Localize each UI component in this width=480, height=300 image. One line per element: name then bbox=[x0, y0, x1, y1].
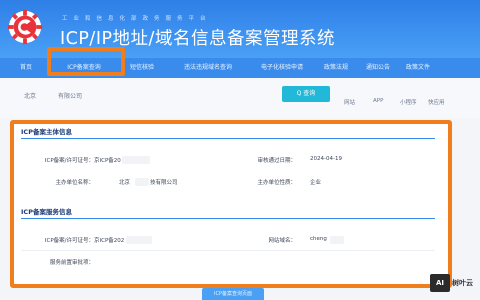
search-company: 有限公司 bbox=[58, 93, 83, 100]
watermark-badge: AI bbox=[430, 274, 450, 292]
nav-item-illegal-domain[interactable]: 违法违规域名查询 bbox=[172, 58, 244, 78]
nav-highlight-box bbox=[47, 47, 125, 76]
watermark-text: 树叶云 bbox=[452, 279, 473, 287]
nav-item-e-verify[interactable]: 电子化核验申请 bbox=[254, 58, 310, 78]
filter-mini-program[interactable]: 小程序 bbox=[400, 98, 417, 106]
miit-logo-icon bbox=[7, 9, 43, 45]
nav-item-policy[interactable]: 政策法规 bbox=[320, 58, 352, 78]
platform-subtitle: 工业和信息化部政务服务平台 bbox=[62, 16, 212, 22]
search-region: 北京 bbox=[24, 93, 37, 100]
nav-item-notice[interactable]: 通知公告 bbox=[362, 58, 394, 78]
bottom-query-button[interactable]: ICP备案查询页面 bbox=[202, 288, 264, 300]
filter-app[interactable]: APP bbox=[373, 98, 383, 104]
filter-website[interactable]: 网站 bbox=[344, 98, 355, 106]
query-button[interactable]: Q 查询 bbox=[282, 86, 330, 102]
nav-item-home[interactable]: 首页 bbox=[14, 58, 38, 78]
nav-item-sms-verify[interactable]: 短信核验 bbox=[122, 58, 162, 78]
nav-item-policy-docs[interactable]: 政策文件 bbox=[402, 58, 434, 78]
watermark: AI 树叶云 bbox=[430, 274, 480, 294]
panel-highlight-box bbox=[10, 120, 452, 288]
search-bar: 北京 有限公司 Q 查询 网站 APP 小程序 快应用 bbox=[0, 78, 480, 118]
filter-quick-app[interactable]: 快应用 bbox=[428, 98, 445, 106]
